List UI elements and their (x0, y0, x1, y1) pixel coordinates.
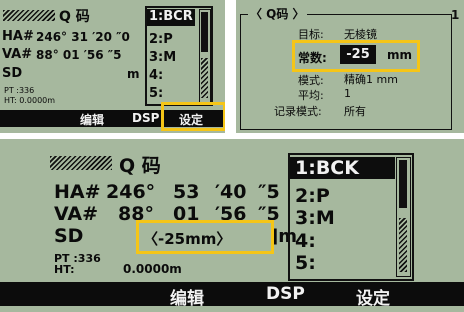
menu-item-4[interactable]: 4: (295, 230, 316, 252)
config-title: 〈 Q码 〉 (248, 5, 307, 22)
menu-item-2[interactable]: 2:P (149, 32, 173, 47)
ha-minutes: 53 (173, 181, 200, 203)
sd-unit: m (127, 67, 140, 81)
ht-label: HT: (54, 263, 75, 276)
menu-scrollbar[interactable] (396, 157, 411, 277)
screen-title: Q 码 (59, 9, 90, 25)
ha-label: HA# (54, 181, 101, 203)
title-hatch-pattern (50, 156, 112, 170)
menu-item-1[interactable]: 1:BCK (290, 157, 395, 179)
highlight-box-constant (292, 40, 420, 72)
menu-scrollbar[interactable] (199, 9, 211, 103)
screen-panel-bottom: Q 码 HA# 246° 53 ′40 ″5 VA# 88° 01 ′56 ″5… (0, 139, 464, 312)
pt-readout: PT :336 (4, 86, 35, 95)
page-indicator: 1 (451, 8, 460, 22)
menu-item-2[interactable]: 2:P (295, 185, 330, 207)
ha-value: 246° 31 ′20 ″0 (36, 30, 130, 44)
screen-panel-top-left: Q 码 HA# 246° 31 ′20 ″0 VA# 88° 01 ′56 ″5… (0, 0, 225, 133)
menu-item-5[interactable]: 5: (149, 86, 163, 101)
average-label: 平均: (298, 89, 324, 102)
scrollbar-thumb[interactable] (399, 160, 407, 208)
sd-label: SD (2, 66, 23, 81)
softkey-edit[interactable]: 编辑 (80, 111, 104, 128)
menu-item-3[interactable]: 3:M (295, 207, 335, 229)
code-menu: 1:BCR 2:P 3:M 4: 5: (145, 6, 213, 106)
softkey-bar: 编辑 DSP 设定 (0, 282, 464, 309)
scrollbar-track-hatch (201, 58, 208, 98)
mode-label: 模式: (298, 74, 324, 87)
title-hatch-pattern (3, 10, 55, 21)
va-label: VA# (54, 203, 99, 225)
ha-decimal: ″5 (258, 181, 280, 203)
softkey-dsp[interactable]: DSP (132, 111, 159, 125)
menu-item-3[interactable]: 3:M (149, 50, 176, 65)
ha-label: HA# (2, 29, 34, 44)
scrollbar-track-hatch (399, 218, 407, 272)
record-mode-value[interactable]: 所有 (344, 103, 366, 119)
ha-degrees: 246° (106, 181, 156, 203)
softkey-edit[interactable]: 编辑 (170, 284, 204, 309)
va-label: VA# (2, 47, 33, 62)
scrollbar-thumb[interactable] (201, 12, 208, 52)
softkey-dsp[interactable]: DSP (266, 284, 305, 304)
menu-item-1[interactable]: 1:BCR (147, 9, 195, 26)
code-menu: 1:BCK 2:P 3:M 4: 5: (288, 153, 414, 281)
average-value[interactable]: 1 (344, 87, 351, 100)
ht-value: 0.0000m (123, 262, 182, 276)
menu-item-5[interactable]: 5: (295, 252, 316, 274)
screen-panel-top-right: 〈 Q码 〉 1 目标: 无棱镜 常数: -25 mm 模式: 精确1 mm 平… (236, 0, 464, 133)
record-mode-label: 记录模式: (274, 105, 322, 118)
highlight-box-sd-constant (136, 220, 274, 254)
highlight-box-setting (161, 102, 225, 131)
mode-value[interactable]: 精确1 mm (344, 71, 398, 87)
softkey-setting[interactable]: 设定 (356, 284, 390, 309)
ha-seconds: ′40 (215, 181, 247, 203)
sd-label: SD (54, 225, 84, 247)
ht-readout: HT: 0.0000m (4, 96, 56, 105)
screen-title: Q 码 (119, 155, 161, 177)
va-value: 88° 01 ′56 ″5 (36, 48, 122, 62)
menu-item-4[interactable]: 4: (149, 68, 163, 83)
